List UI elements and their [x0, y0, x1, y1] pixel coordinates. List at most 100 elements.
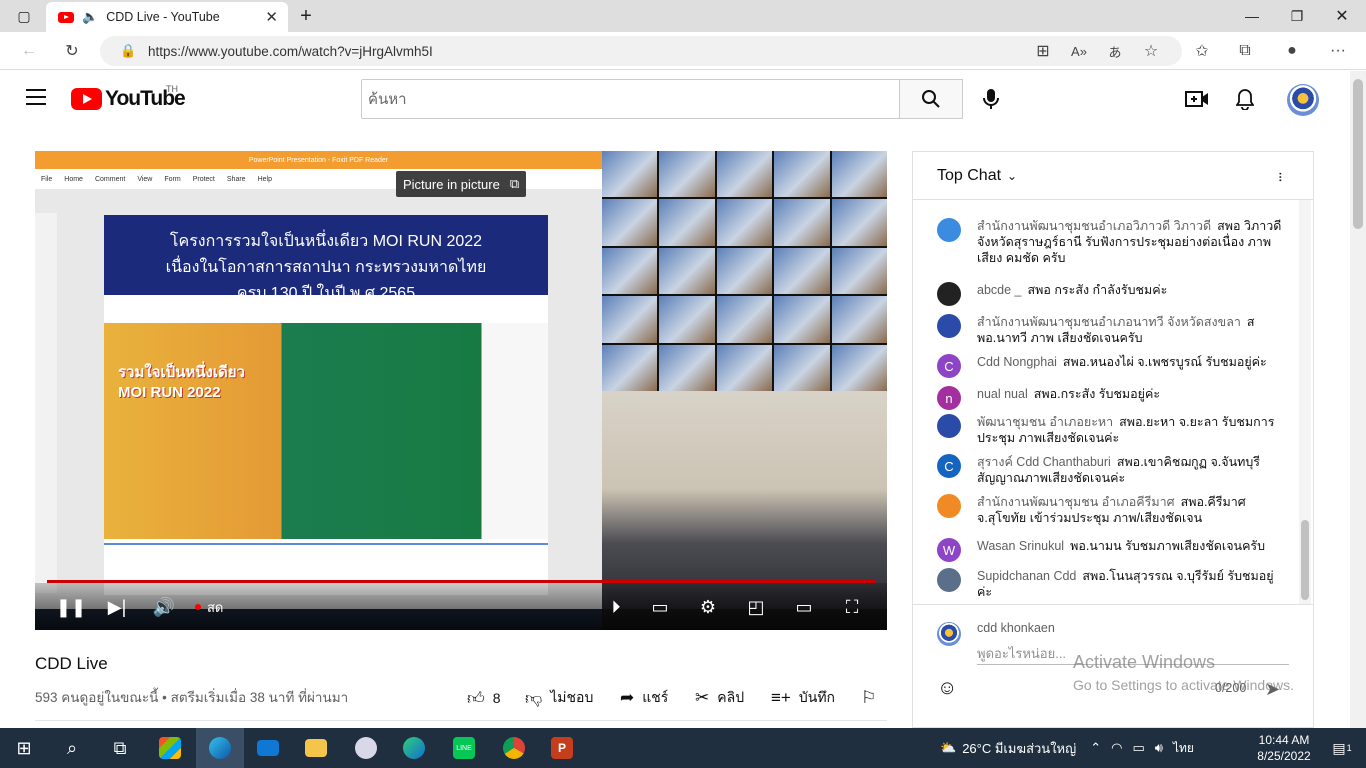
search-button[interactable]: [899, 79, 963, 119]
autoplay-toggle[interactable]: ⏵: [603, 595, 629, 619]
search-input[interactable]: ค้นหา: [361, 79, 900, 119]
emoji-icon[interactable]: ☺: [937, 677, 957, 700]
chat-author[interactable]: สำนักงานพัฒนาชุมชน อำเภอคีรีมาศ: [977, 495, 1175, 509]
lock-icon[interactable]: 🔒: [120, 43, 136, 59]
save-button[interactable]: ≡+ บันทึก: [771, 686, 835, 710]
weather-icon[interactable]: ⛅: [940, 740, 956, 756]
minimize-icon[interactable]: —: [1240, 0, 1264, 32]
refresh-icon[interactable]: ↻: [57, 32, 87, 70]
volume-icon[interactable]: 🔊: [152, 595, 176, 619]
taskbar-search-icon[interactable]: ⌕: [48, 728, 96, 768]
chat-avatar[interactable]: n: [937, 386, 961, 410]
powerpoint-icon[interactable]: P: [538, 728, 586, 768]
close-tab-icon[interactable]: ✕: [265, 8, 278, 26]
miniplayer-icon[interactable]: ◰: [743, 595, 769, 619]
top-chat-selector[interactable]: Top Chat: [937, 167, 1001, 185]
voice-search-button[interactable]: [975, 83, 1007, 115]
language-indicator[interactable]: ไทย: [1173, 739, 1194, 758]
pause-icon[interactable]: ❚❚: [56, 595, 86, 619]
video-player[interactable]: PowerPoint Presentation - Foxit PDF Read…: [35, 151, 887, 630]
webex-icon[interactable]: [390, 728, 438, 768]
chat-avatar[interactable]: [937, 218, 961, 242]
volume-tray-icon[interactable]: 🔊︎: [1155, 740, 1163, 756]
notifications-icon[interactable]: [1231, 85, 1259, 113]
weather-text[interactable]: 26°C มีเมฆส่วนใหญ่: [962, 738, 1076, 759]
clock-time: 10:44 AM: [1258, 733, 1310, 747]
pdf-menu-item: Home: [64, 175, 83, 183]
chat-author[interactable]: พัฒนาชุมชน อำเภอยะหา: [977, 415, 1113, 429]
browser-tab[interactable]: 🔈 CDD Live - YouTube ✕: [46, 2, 288, 32]
app-available-icon[interactable]: ⊞: [1028, 32, 1058, 70]
chat-avatar[interactable]: C: [937, 354, 961, 378]
read-aloud-icon[interactable]: A»: [1064, 32, 1094, 70]
chat-avatar[interactable]: W: [937, 538, 961, 562]
translate-icon[interactable]: あ: [1100, 32, 1130, 70]
close-window-icon[interactable]: ✕: [1330, 0, 1354, 32]
edge-icon[interactable]: [196, 728, 244, 768]
chat-author[interactable]: nual nual: [977, 387, 1028, 401]
page-scrollbar[interactable]: [1350, 71, 1366, 728]
chat-more-icon[interactable]: ···: [1271, 171, 1289, 181]
fullscreen-icon[interactable]: ⛶: [839, 595, 865, 619]
line-app-icon[interactable]: LINE: [440, 728, 488, 768]
maximize-icon[interactable]: ❐: [1285, 0, 1309, 32]
chat-scrollbar[interactable]: [1299, 200, 1311, 604]
more-icon[interactable]: ···: [1323, 32, 1353, 70]
chat-author[interactable]: สำนักงานพัฒนาชุมชนอำเภอนาทวี จังหวัดสงขล…: [977, 315, 1241, 329]
tab-actions-icon[interactable]: ▢: [12, 0, 36, 32]
collections-icon[interactable]: ⧉: [1230, 32, 1260, 70]
share-button[interactable]: ➦ แชร์: [620, 686, 668, 710]
back-icon[interactable]: ←: [14, 32, 44, 70]
subtitles-icon[interactable]: ▭: [647, 595, 673, 619]
clock[interactable]: 10:44 AM 8/25/2022: [1256, 732, 1312, 764]
url-field[interactable]: 🔒 https://www.youtube.com/watch?v=jHrgAl…: [100, 36, 1182, 66]
chevron-down-icon[interactable]: ⌄: [1007, 169, 1017, 183]
store-icon[interactable]: [146, 728, 194, 768]
chat-avatar[interactable]: [937, 314, 961, 338]
chat-avatar[interactable]: [937, 494, 961, 518]
live-badge[interactable]: สด: [195, 595, 223, 619]
paint-icon[interactable]: [342, 728, 390, 768]
account-avatar[interactable]: [1287, 84, 1319, 116]
task-view-icon[interactable]: ⧉: [96, 728, 144, 768]
chrome-icon[interactable]: [490, 728, 538, 768]
pdf-menu-item: Comment: [94, 175, 126, 183]
battery-icon[interactable]: ▭: [1132, 740, 1144, 756]
chat-author[interactable]: สุรางค์ Cdd Chanthaburi: [977, 455, 1111, 469]
start-icon[interactable]: ⊞: [0, 728, 48, 768]
mail-icon[interactable]: [244, 728, 292, 768]
clip-button[interactable]: ✂ คลิป: [695, 686, 744, 710]
network-icon[interactable]: ◠: [1111, 740, 1122, 756]
chat-author[interactable]: สำนักงานพัฒนาชุมชนอำเภอวิภาวดี วิภาวดี: [977, 219, 1211, 233]
chat-author[interactable]: Supidchanan Cdd: [977, 569, 1076, 583]
speaker-icon[interactable]: 🔈: [82, 9, 98, 25]
chat-avatar[interactable]: C: [937, 454, 961, 478]
create-video-icon[interactable]: [1183, 85, 1211, 113]
youtube-logo[interactable]: YouTube TH: [71, 84, 186, 111]
next-icon[interactable]: ▶|: [105, 595, 129, 619]
add-favorite-icon[interactable]: ☆: [1136, 32, 1166, 70]
profile-icon[interactable]: ●: [1277, 32, 1307, 70]
menu-icon[interactable]: [26, 89, 46, 105]
favorites-icon[interactable]: ✩: [1187, 32, 1217, 70]
chat-avatar[interactable]: [937, 282, 961, 306]
report-button[interactable]: ⚐: [861, 686, 884, 710]
chat-author[interactable]: abcde _: [977, 283, 1021, 297]
notification-center-icon[interactable]: ▤ 1: [1318, 728, 1366, 768]
pip-icon[interactable]: ⧉: [510, 176, 519, 192]
slide-heading-line: เนื่องในโอกาสการสถาปนา กระทรวงมหาดไทย: [165, 259, 487, 276]
file-explorer-icon[interactable]: [292, 728, 340, 768]
settings-gear-icon[interactable]: ⚙: [695, 595, 721, 619]
dislike-button[interactable]: 👎︎ ไม่ชอบ: [525, 686, 593, 710]
slide-art-text: รวมใจเป็นหนึ่งเดียว MOI RUN 2022: [118, 364, 245, 401]
new-tab-icon[interactable]: +: [294, 0, 318, 32]
chat-author[interactable]: Cdd Nongphai: [977, 355, 1057, 369]
like-button[interactable]: 👍︎ 8: [467, 686, 501, 710]
youtube-header: YouTube TH ค้นหา: [0, 71, 1350, 127]
tray-chevron-icon[interactable]: ⌃: [1090, 740, 1101, 756]
chat-avatar[interactable]: [937, 414, 961, 438]
theater-mode-icon[interactable]: ▭: [791, 595, 817, 619]
chat-author[interactable]: Wasan Srinukul: [977, 539, 1064, 553]
pdf-menu-item: Protect: [192, 175, 215, 183]
chat-avatar[interactable]: [937, 568, 961, 592]
